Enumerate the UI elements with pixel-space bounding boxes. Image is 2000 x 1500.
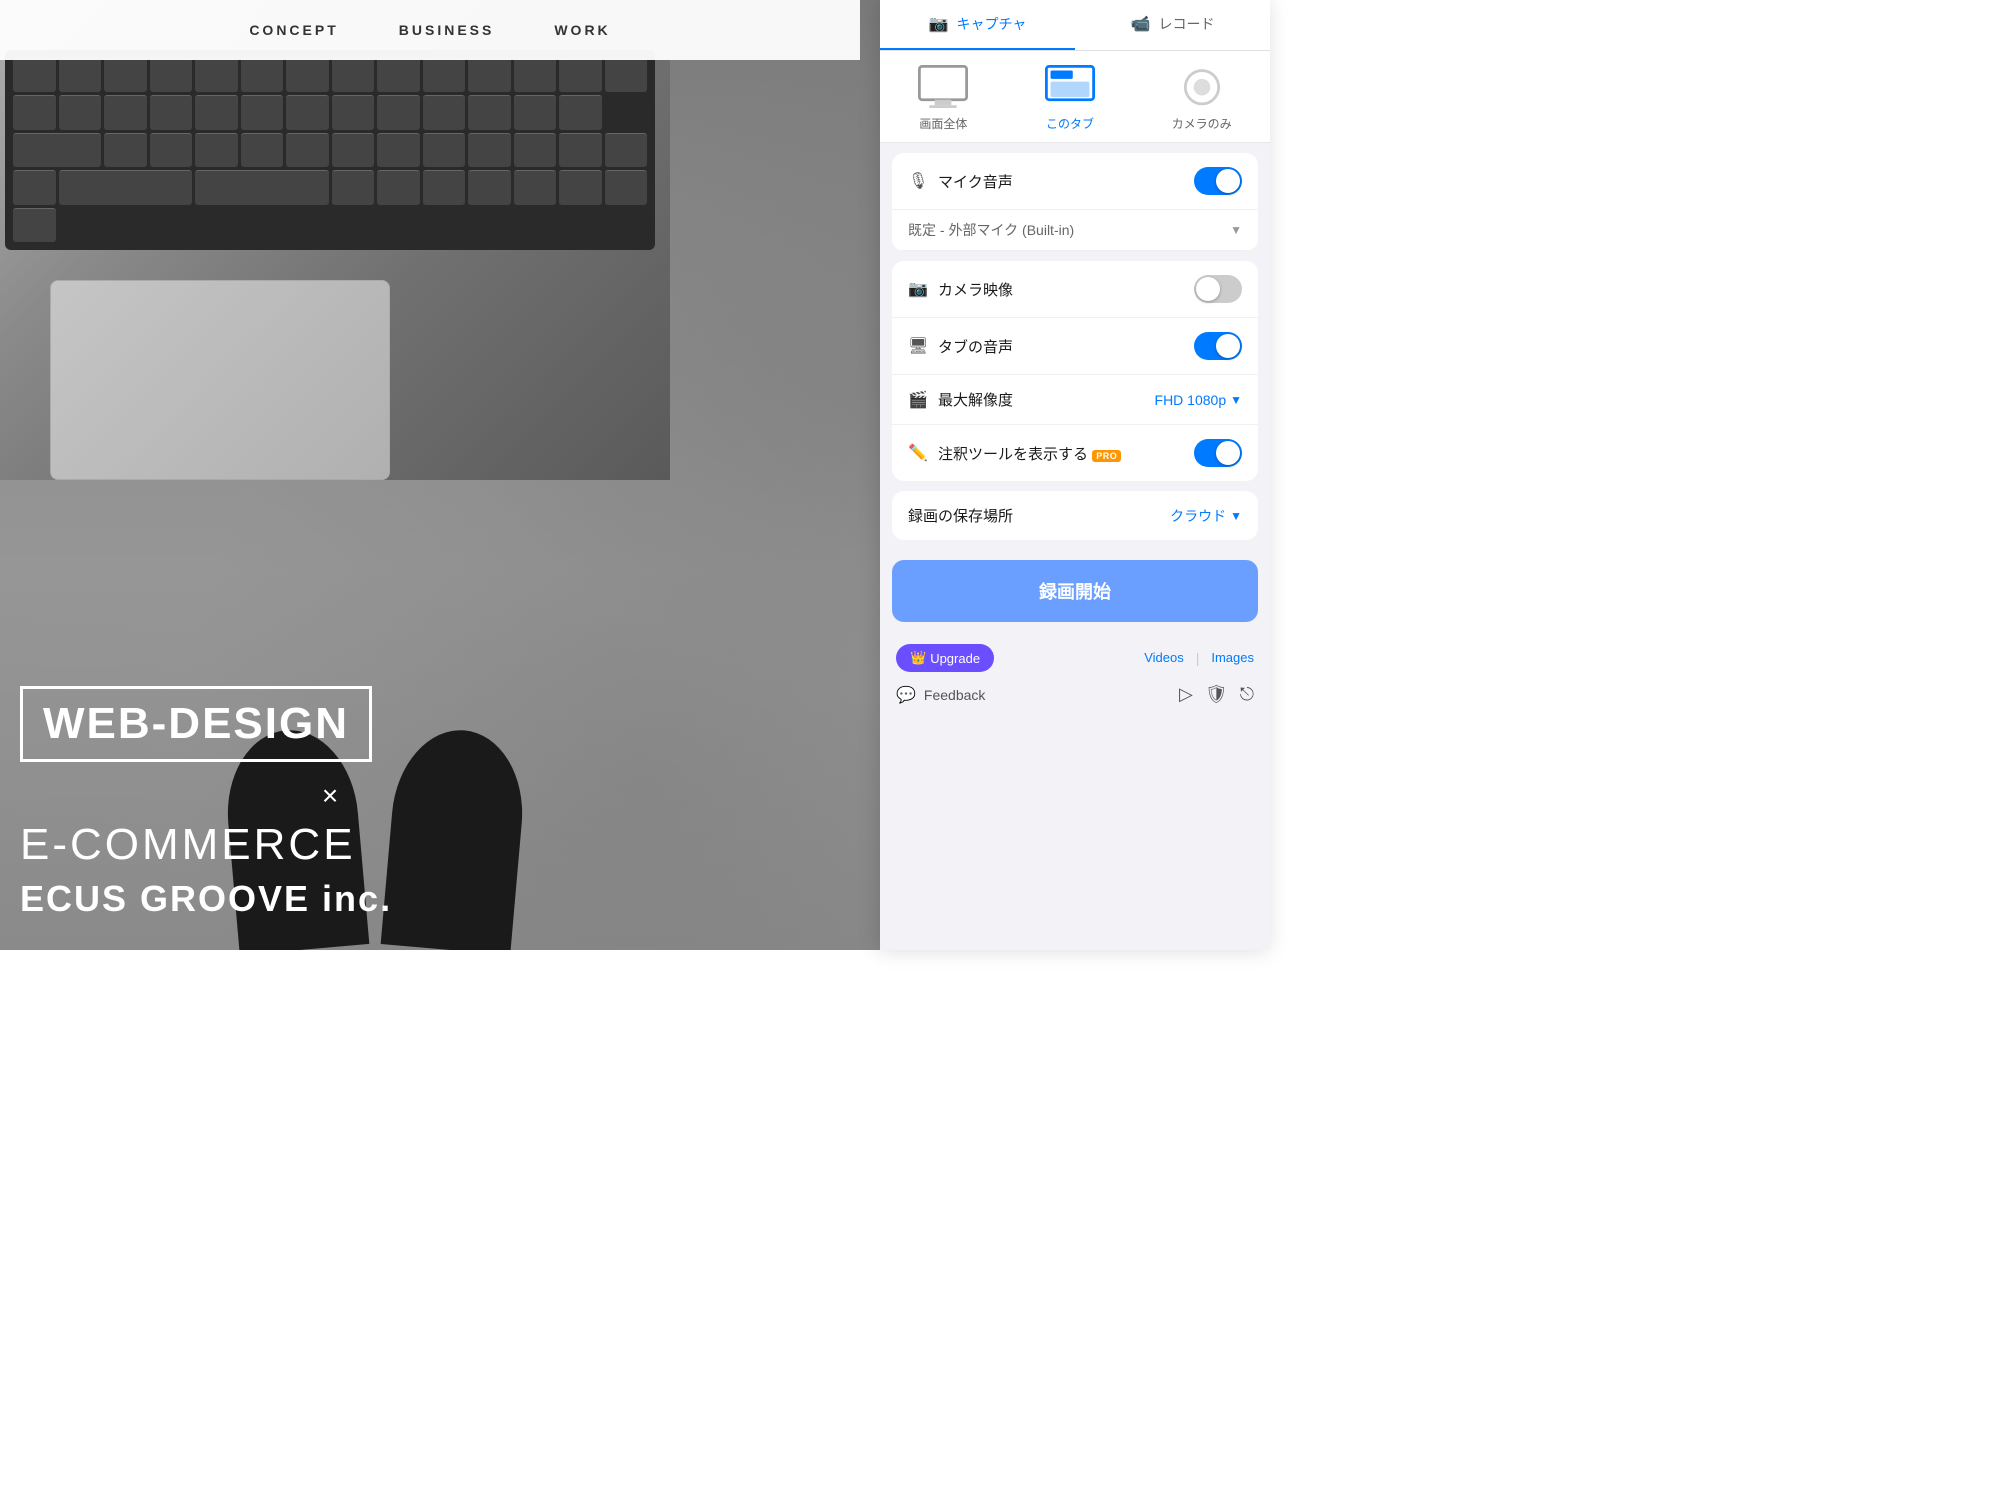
mode-camera-only-label: カメラのみ <box>1172 115 1232 132</box>
feedback-row: 💬 Feedback ▷ 🛡 ⎋ <box>880 684 1270 719</box>
tab-audio-row: 🖥 タブの音声 <box>892 318 1258 375</box>
annotation-icon: ✏️ <box>908 443 928 463</box>
resolution-row: 🎬 最大解像度 FHD 1080p ▼ <box>892 375 1258 425</box>
cross-text: × <box>20 780 640 812</box>
feedback-label[interactable]: Feedback <box>924 687 1171 703</box>
capture-modes: 画面全体 このタブ カメラのみ <box>880 51 1270 143</box>
upgrade-button[interactable]: 👑 Upgrade <box>896 644 994 672</box>
save-row: 録画の保存場所 クラウド ▼ <box>892 491 1258 540</box>
mic-row: 🎙 マイク音声 <box>892 153 1258 210</box>
images-link[interactable]: Images <box>1211 650 1254 666</box>
mic-toggle[interactable] <box>1194 167 1242 195</box>
mode-camera-only[interactable]: カメラのみ <box>1152 67 1252 132</box>
tab-audio-label: タブの音声 <box>938 336 1184 357</box>
camera-icon: 📷 <box>908 279 928 299</box>
mode-this-tab-label: このタブ <box>1046 115 1094 132</box>
monitor-icon <box>918 67 968 107</box>
footer-links: Videos | Images <box>1010 650 1254 666</box>
crown-icon: 👑 <box>910 650 926 666</box>
nav-work[interactable]: WORK <box>554 22 610 38</box>
web-design-text: WEB-DESIGN <box>43 699 349 748</box>
resolution-label: 最大解像度 <box>938 389 1145 410</box>
hero-section: WEB-DESIGN × E-COMMERCE ECUS GROOVE inc. <box>0 656 660 950</box>
mode-fullscreen[interactable]: 画面全体 <box>898 67 988 132</box>
annotation-toggle[interactable] <box>1194 439 1242 467</box>
ecommerce-text: E-COMMERCE <box>20 820 640 870</box>
mic-label: マイク音声 <box>938 171 1184 192</box>
camera-label: カメラ映像 <box>938 279 1184 300</box>
shield-icon[interactable]: 🛡 <box>1205 684 1228 705</box>
divider: | <box>1196 650 1200 666</box>
save-value[interactable]: クラウド ▼ <box>1170 506 1242 526</box>
save-label: 録画の保存場所 <box>908 505 1160 526</box>
camera-only-icon <box>1177 67 1227 107</box>
resolution-icon: 🎬 <box>908 390 928 410</box>
mic-icon: 🎙 <box>908 171 928 191</box>
tab-icon <box>1045 67 1095 107</box>
record-tab-icon: 📹 <box>1131 14 1151 34</box>
play-icon[interactable]: ▷ <box>1179 684 1193 705</box>
mode-fullscreen-label: 画面全体 <box>919 115 967 132</box>
tab-capture[interactable]: 📷 キャプチャ <box>880 0 1075 50</box>
mic-dropdown-value: 既定 - 外部マイク (Built-in) <box>908 220 1230 240</box>
camera-toggle[interactable] <box>1194 275 1242 303</box>
record-panel: 📷 キャプチャ 📹 レコード 画面全体 <box>880 0 1270 950</box>
pro-badge: PRO <box>1092 450 1121 462</box>
tab-audio-icon: 🖥 <box>908 336 928 356</box>
exit-icon[interactable]: ⎋ <box>1240 684 1254 705</box>
panel-footer: 👑 Upgrade Videos | Images <box>880 632 1270 684</box>
videos-link[interactable]: Videos <box>1144 650 1184 666</box>
mic-dropdown-row: 既定 - 外部マイク (Built-in) ▼ <box>892 210 1258 251</box>
save-section: 録画の保存場所 クラウド ▼ <box>892 491 1258 540</box>
nav-bar: CONCEPT BUSINESS WORK <box>0 0 860 60</box>
company-text: ECUS GROOVE inc. <box>20 878 640 920</box>
tab-record-label: レコード <box>1158 14 1214 34</box>
tab-record[interactable]: 📹 レコード <box>1075 0 1270 50</box>
resolution-value[interactable]: FHD 1080p ▼ <box>1155 392 1242 408</box>
tab-capture-label: キャプチャ <box>957 14 1027 34</box>
settings-section: 📷 カメラ映像 🖥 タブの音声 🎬 最大解像度 FHD 1080p ▼ ✏️ 注 <box>892 261 1258 481</box>
annotation-row: ✏️ 注釈ツールを表示する PRO <box>892 425 1258 481</box>
camera-row: 📷 カメラ映像 <box>892 261 1258 318</box>
tab-audio-toggle[interactable] <box>1194 332 1242 360</box>
nav-business[interactable]: BUSINESS <box>399 22 495 38</box>
mic-section: 🎙 マイク音声 既定 - 外部マイク (Built-in) ▼ <box>892 153 1258 251</box>
footer-icons: ▷ 🛡 ⎋ <box>1179 684 1254 705</box>
camera-tab-icon: 📷 <box>929 14 949 34</box>
mic-dropdown-arrow[interactable]: ▼ <box>1230 223 1242 237</box>
nav-concept[interactable]: CONCEPT <box>249 22 338 38</box>
feedback-icon: 💬 <box>896 685 916 705</box>
upgrade-label: Upgrade <box>930 651 980 666</box>
mode-this-tab[interactable]: このタブ <box>1025 67 1115 132</box>
annotation-label: 注釈ツールを表示する PRO <box>938 443 1184 464</box>
record-button[interactable]: 録画開始 <box>892 560 1258 622</box>
panel-header: 📷 キャプチャ 📹 レコード <box>880 0 1270 51</box>
